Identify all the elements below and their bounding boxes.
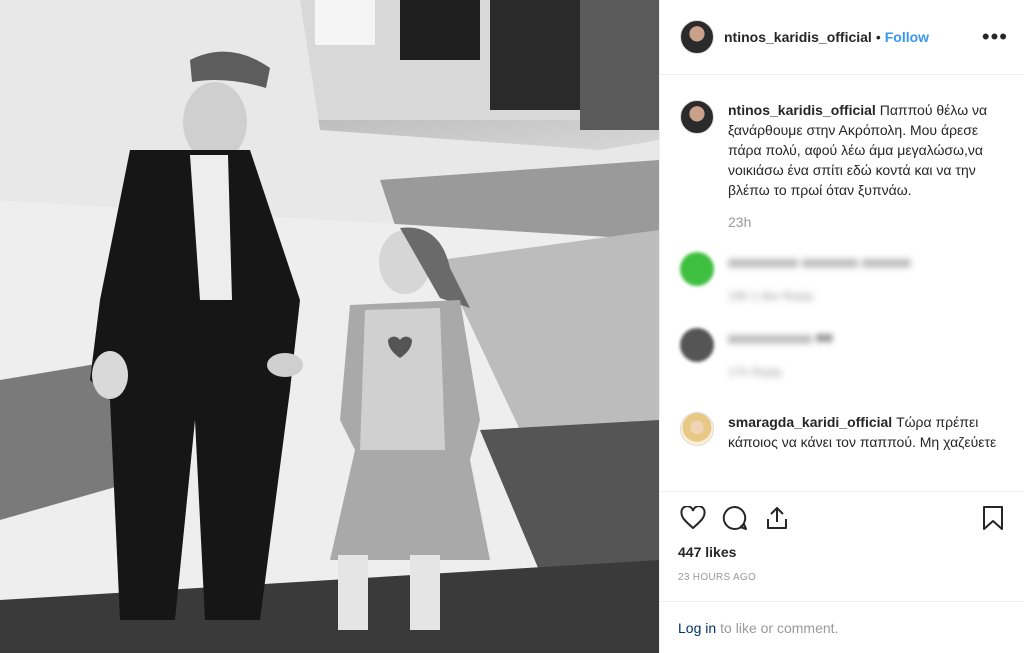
- comment-body: smaragda_karidi_official Τώρα πρέπει κάπ…: [728, 412, 1004, 452]
- blurred-comment-meta: 19h 1 like Reply: [728, 289, 814, 303]
- photo-illustration: [0, 0, 659, 653]
- caption-body: ntinos_karidis_official Παππού θέλω να ξ…: [728, 100, 1004, 200]
- list-item: xxxxxxxxxx xxxxxxxx xxxxxxx 19h 1 like R…: [680, 252, 1004, 306]
- more-icon[interactable]: •••: [982, 26, 1008, 48]
- share-icon[interactable]: [762, 503, 792, 533]
- blurred-comment: xxxxxxxxxxxx ♥♥ 17h Reply: [728, 328, 1004, 382]
- login-prompt: Log in to like or comment.: [660, 601, 1024, 653]
- comments-list[interactable]: ntinos_karidis_official Παππού θέλω να ξ…: [660, 76, 1024, 490]
- blurred-comment-meta: 17h Reply: [728, 365, 783, 379]
- caption-avatar[interactable]: [680, 100, 714, 134]
- blurred-comment-text: xxxxxxxxxx xxxxxxxx xxxxxxx: [728, 254, 911, 270]
- caption: ntinos_karidis_official Παππού θέλω να ξ…: [680, 100, 1004, 200]
- blurred-comment-text: xxxxxxxxxxxx ♥♥: [728, 330, 833, 346]
- caption-time[interactable]: 23h: [728, 214, 1004, 230]
- action-bar: 447 likes 23 HOURS AGO: [660, 491, 1024, 583]
- action-icons: [678, 502, 1008, 534]
- author-avatar[interactable]: [680, 20, 714, 54]
- heart-icon[interactable]: [678, 503, 708, 533]
- follow-button[interactable]: Follow: [885, 29, 929, 45]
- bookmark-icon[interactable]: [978, 503, 1008, 533]
- comment-icon[interactable]: [720, 503, 750, 533]
- post-header: ntinos_karidis_official • Follow •••: [660, 0, 1024, 75]
- commenter-avatar[interactable]: [680, 412, 714, 446]
- separator-dot: •: [875, 29, 881, 45]
- login-link[interactable]: Log in: [678, 620, 716, 636]
- list-item: smaragda_karidi_official Τώρα πρέπει κάπ…: [680, 412, 1004, 452]
- commenter-avatar[interactable]: [680, 252, 714, 286]
- likes-count[interactable]: 447 likes: [678, 544, 1008, 560]
- post-timestamp[interactable]: 23 HOURS AGO: [678, 572, 1008, 583]
- post-sidebar: ntinos_karidis_official • Follow ••• nti…: [659, 0, 1024, 653]
- caption-username[interactable]: ntinos_karidis_official: [728, 102, 876, 118]
- post-photo[interactable]: [0, 0, 659, 653]
- comment-username[interactable]: smaragda_karidi_official: [728, 414, 892, 430]
- commenter-avatar[interactable]: [680, 328, 714, 362]
- list-item: xxxxxxxxxxxx ♥♥ 17h Reply: [680, 328, 1004, 382]
- blurred-comment: xxxxxxxxxx xxxxxxxx xxxxxxx 19h 1 like R…: [728, 252, 1004, 306]
- login-text: to like or comment.: [720, 619, 839, 636]
- instagram-post: ntinos_karidis_official • Follow ••• nti…: [0, 0, 1024, 653]
- author-username[interactable]: ntinos_karidis_official: [724, 29, 872, 45]
